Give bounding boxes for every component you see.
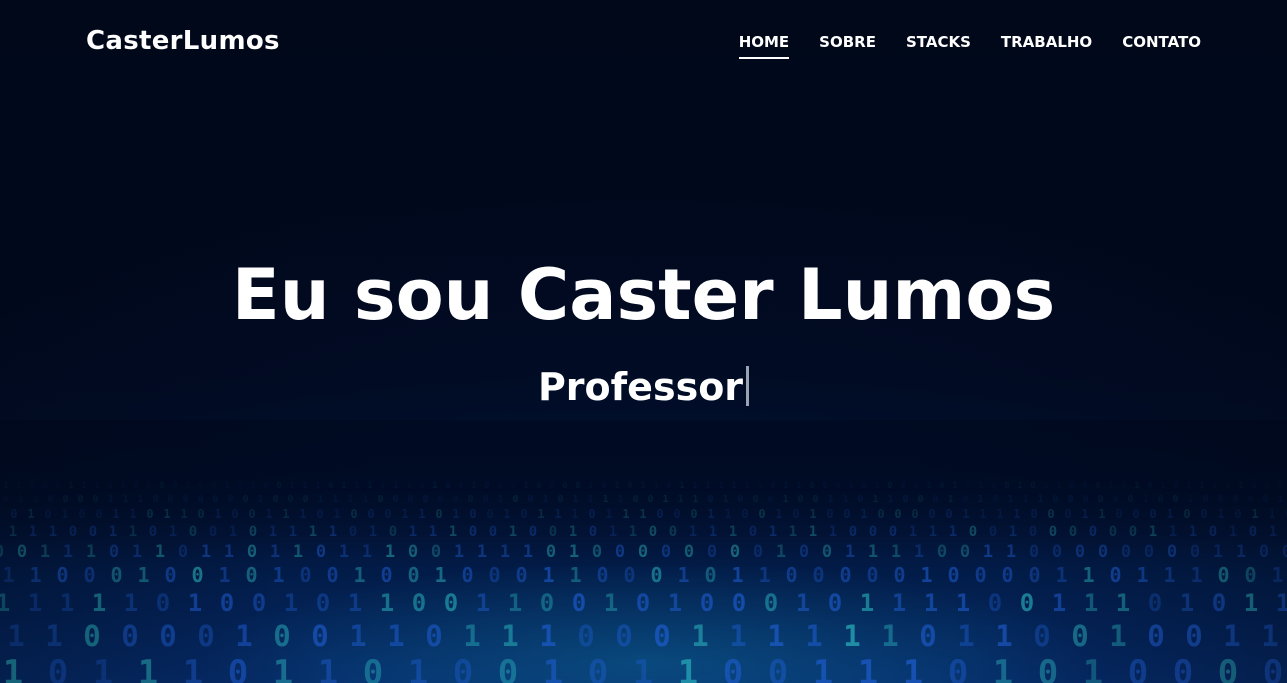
main-nav: HOME SOBRE STACKS TRABALHO CONTATO	[738, 33, 1201, 59]
nav-contato[interactable]: CONTATO	[1122, 33, 1201, 57]
nav-home[interactable]: HOME	[738, 33, 790, 59]
site-logo[interactable]: CasterLumos	[86, 26, 280, 56]
hero-subtitle: Professor	[0, 365, 1287, 409]
nav-trabalho[interactable]: TRABALHO	[1001, 33, 1092, 57]
site-header: CasterLumos HOME SOBRE STACKS TRABALHO C…	[0, 0, 1287, 90]
vignette-overlay	[0, 0, 1287, 683]
hero-section: 0111000111000000100101001110111111010010…	[0, 0, 1287, 683]
typing-cursor	[746, 366, 750, 406]
nav-sobre[interactable]: SOBRE	[819, 33, 876, 57]
hero-title: Eu sou Caster Lumos	[231, 254, 1056, 336]
typed-text: Professor	[537, 365, 744, 409]
nav-stacks[interactable]: STACKS	[906, 33, 971, 57]
